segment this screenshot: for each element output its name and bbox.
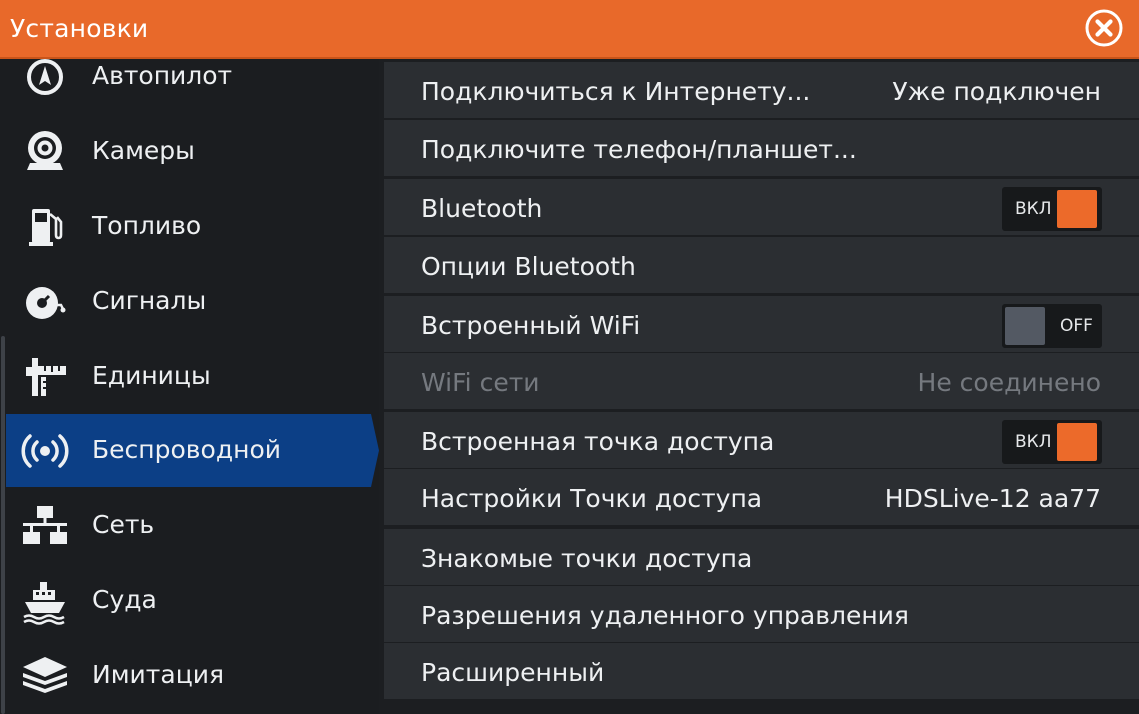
bluetooth-toggle[interactable]: ВКЛ — [1002, 187, 1102, 231]
sidebar-item-alarms[interactable]: Сигналы — [6, 265, 379, 338]
row-builtin-hotspot[interactable]: Встроенная точка доступа ВКЛ — [384, 412, 1139, 468]
row-label: WiFi сети — [421, 368, 540, 397]
row-value: Не соединено — [917, 368, 1101, 397]
row-advanced[interactable]: Расширенный — [384, 643, 1139, 699]
row-label: Встроенная точка доступа — [421, 427, 775, 456]
row-known-hotspots[interactable]: Знакомые точки доступа — [384, 529, 1139, 585]
row-label: Знакомые точки доступа — [421, 544, 753, 573]
sidebar-item-label: Суда — [92, 585, 157, 614]
sidebar-item-label: Камеры — [92, 136, 195, 165]
row-bluetooth[interactable]: Bluetooth ВКЛ — [384, 179, 1139, 235]
row-connect-phone[interactable]: Подключите телефон/планшет... — [384, 120, 1139, 176]
row-builtin-wifi[interactable]: Встроенный WiFi OFF — [384, 296, 1139, 352]
sidebar-item-label: Топливо — [92, 211, 202, 240]
row-wifi-networks: WiFi сети Не соединено — [384, 353, 1139, 409]
wifi-toggle[interactable]: OFF — [1002, 304, 1102, 348]
row-connect-internet[interactable]: Подключиться к Интернету... Уже подключе… — [384, 62, 1139, 118]
camera-icon — [27, 131, 63, 170]
window-title: Установки — [10, 14, 149, 43]
close-circle-icon — [1085, 9, 1123, 47]
sidebar-item-vessels[interactable]: Суда — [6, 564, 379, 637]
row-label: Встроенный WiFi — [421, 311, 641, 340]
row-label: Расширенный — [421, 658, 605, 687]
sidebar-item-label: Сеть — [92, 510, 155, 539]
sidebar-item-cameras[interactable]: Камеры — [6, 115, 379, 188]
row-label: Bluetooth — [421, 194, 543, 223]
toggle-state-label: ВКЛ — [1015, 199, 1052, 219]
row-label: Опции Bluetooth — [421, 252, 636, 281]
fuel-pump-icon — [29, 209, 63, 246]
vessels-ship-icon — [23, 582, 65, 625]
settings-sidebar: Автопилот Камеры Топливо Сигналы Единицы… — [0, 59, 379, 714]
row-label: Настройки Точки доступа — [421, 484, 763, 513]
toggle-knob — [1057, 423, 1097, 461]
row-label: Подключиться к Интернету... — [421, 77, 811, 106]
sidebar-item-label: Имитация — [92, 660, 224, 689]
sidebar-item-units[interactable]: Единицы — [6, 340, 379, 413]
simulation-layers-icon — [23, 657, 67, 693]
wireless-icon — [21, 434, 69, 468]
sidebar-item-label: Автопилот — [92, 61, 233, 90]
sidebar-item-label: Сигналы — [92, 286, 207, 315]
row-label: Подключите телефон/планшет... — [421, 135, 857, 164]
sidebar-item-label: Единицы — [92, 361, 211, 390]
sidebar-item-network[interactable]: Сеть — [6, 489, 379, 562]
settings-window: Установки Автопилот Камеры Топливо Сигна… — [0, 0, 1139, 714]
sidebar-item-label: Беспроводной — [92, 435, 281, 464]
close-button[interactable] — [1084, 8, 1124, 48]
sidebar-item-fuel[interactable]: Топливо — [6, 190, 379, 263]
row-hotspot-settings[interactable]: Настройки Точки доступа HDSLive-12 aa77 — [384, 469, 1139, 525]
sidebar-scroll-thumb[interactable] — [1, 336, 5, 714]
title-bar: Установки — [0, 0, 1139, 59]
sidebar-item-wireless[interactable]: Беспроводной — [6, 414, 379, 487]
toggle-knob — [1005, 307, 1045, 345]
units-ruler-icon — [26, 358, 66, 396]
row-value: HDSLive-12 aa77 — [884, 484, 1101, 513]
row-value: Уже подключен — [892, 77, 1101, 106]
alarm-bell-icon — [26, 287, 66, 319]
wireless-settings-panel: Подключиться к Интернету... Уже подключе… — [379, 59, 1139, 714]
toggle-state-label: ВКЛ — [1015, 432, 1052, 452]
hotspot-toggle[interactable]: ВКЛ — [1002, 420, 1102, 464]
autopilot-icon — [27, 59, 63, 95]
row-bluetooth-options[interactable]: Опции Bluetooth — [384, 237, 1139, 293]
sidebar-item-autopilot[interactable]: Автопилот — [6, 59, 379, 113]
row-remote-control-permissions[interactable]: Разрешения удаленного управления — [384, 586, 1139, 642]
row-label: Разрешения удаленного управления — [421, 601, 909, 630]
network-icon — [23, 506, 67, 544]
toggle-knob — [1057, 190, 1097, 228]
toggle-state-label: OFF — [1060, 316, 1093, 336]
sidebar-item-simulation[interactable]: Имитация — [6, 639, 379, 712]
